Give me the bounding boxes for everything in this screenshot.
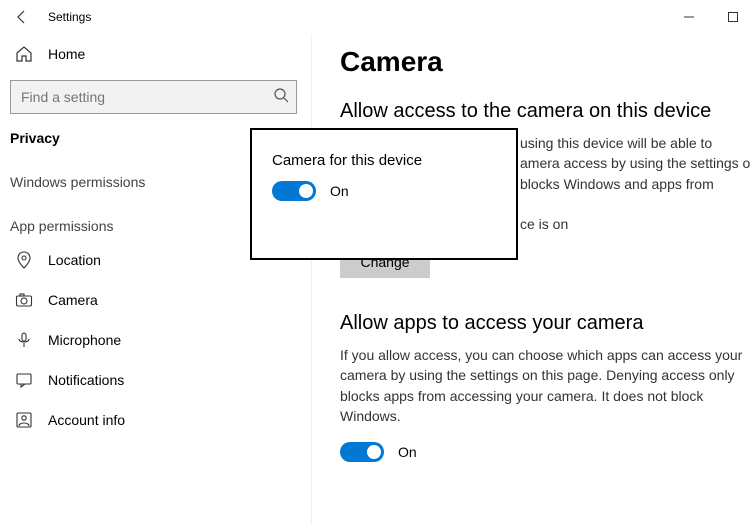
- section1-title: Allow access to the camera on this devic…: [340, 100, 755, 123]
- minimize-icon[interactable]: [667, 3, 711, 31]
- camera-icon: [14, 290, 34, 310]
- search-wrap: [10, 80, 297, 114]
- apps-access-toggle-row: On: [340, 442, 755, 462]
- sidebar-item-label: Home: [48, 46, 85, 62]
- section2-title: Allow apps to access your camera: [340, 312, 755, 335]
- main-content: Camera Allow access to the camera on thi…: [312, 34, 755, 524]
- home-icon: [14, 44, 34, 64]
- sidebar-item-label: Camera: [48, 292, 98, 308]
- titlebar: Settings: [0, 0, 755, 34]
- sidebar-item-camera[interactable]: Camera: [10, 280, 297, 320]
- popup-toggle-row: On: [272, 181, 496, 201]
- apps-access-toggle-label: On: [398, 444, 417, 460]
- app-title: Settings: [48, 10, 91, 24]
- back-icon[interactable]: [8, 3, 36, 31]
- notifications-icon: [14, 370, 34, 390]
- sidebar-item-notifications[interactable]: Notifications: [10, 360, 297, 400]
- sidebar-item-microphone[interactable]: Microphone: [10, 320, 297, 360]
- account-info-icon: [14, 410, 34, 430]
- device-camera-toggle[interactable]: [272, 181, 316, 201]
- search-input[interactable]: [10, 80, 297, 114]
- popup-title: Camera for this device: [272, 152, 496, 169]
- apps-access-toggle[interactable]: [340, 442, 384, 462]
- sidebar: Home Privacy Windows permissions App per…: [0, 34, 312, 524]
- page-title: Camera: [340, 46, 755, 78]
- section2-body: If you allow access, you can choose whic…: [340, 345, 755, 426]
- device-camera-toggle-label: On: [330, 183, 349, 199]
- window-controls: [667, 3, 755, 31]
- sidebar-item-label: Location: [48, 252, 101, 268]
- sidebar-item-label: Microphone: [48, 332, 121, 348]
- camera-device-popup: Camera for this device On: [250, 128, 518, 260]
- sidebar-item-label: Account info: [48, 412, 125, 428]
- location-icon: [14, 250, 34, 270]
- search-icon: [273, 87, 289, 103]
- sidebar-item-label: Notifications: [48, 372, 124, 388]
- sidebar-item-home[interactable]: Home: [10, 34, 297, 74]
- microphone-icon: [14, 330, 34, 350]
- maximize-icon[interactable]: [711, 3, 755, 31]
- sidebar-item-account-info[interactable]: Account info: [10, 400, 297, 440]
